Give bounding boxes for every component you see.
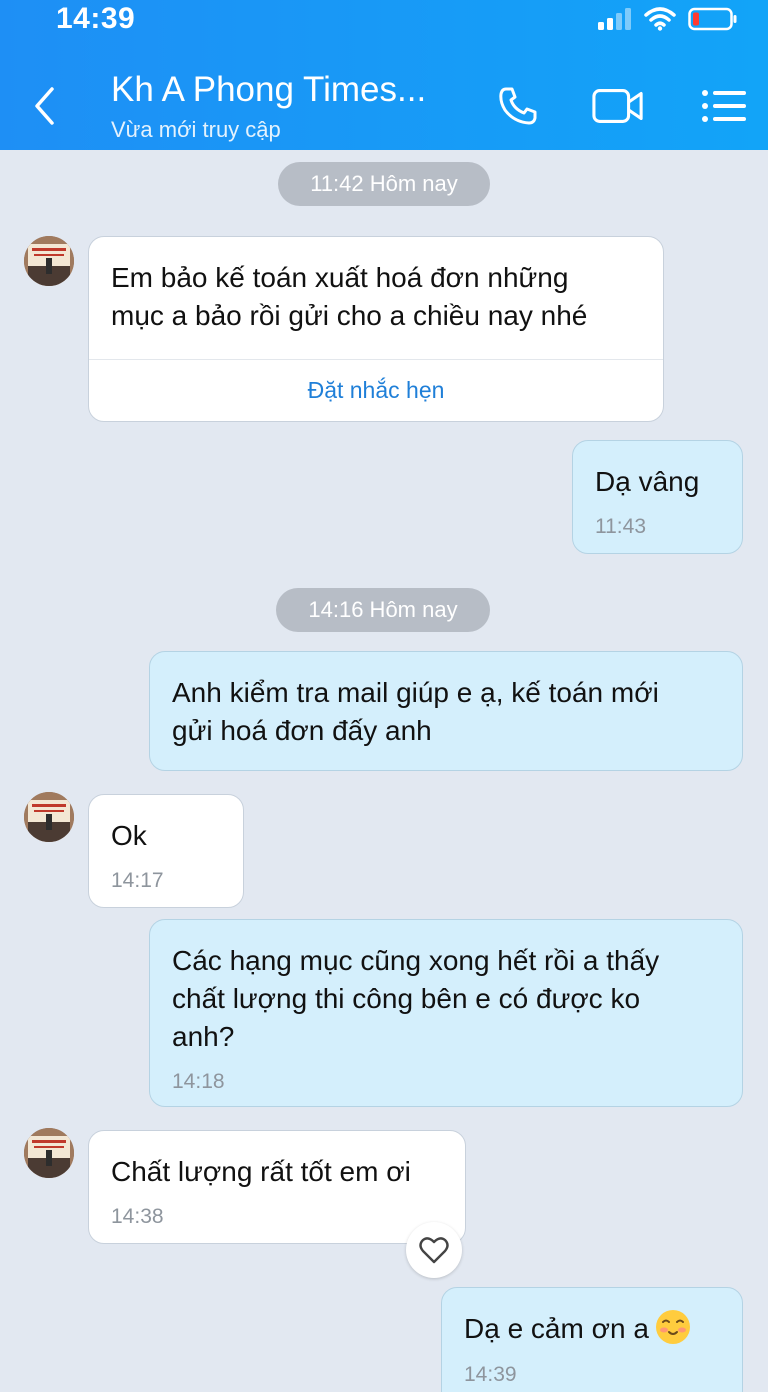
avatar-image bbox=[24, 236, 74, 286]
message-text: Dạ vâng bbox=[595, 466, 700, 497]
contact-name[interactable]: Kh A Phong Times... bbox=[111, 70, 456, 110]
outgoing-message[interactable]: Các hạng mục cũng xong hết rồi a thấy ch… bbox=[149, 919, 743, 1107]
message-text: Ok bbox=[111, 820, 147, 851]
set-reminder-link[interactable]: Đặt nhắc hẹn bbox=[89, 377, 663, 404]
battery-icon bbox=[688, 7, 737, 31]
message-text-row: Dạ e cảm ơn a bbox=[464, 1309, 720, 1349]
outgoing-message[interactable]: Dạ vâng 11:43 bbox=[572, 440, 743, 554]
outgoing-message[interactable]: Dạ e cảm ơn a 14:39 bbox=[441, 1287, 743, 1392]
signal-icon bbox=[598, 8, 631, 30]
avatar[interactable] bbox=[24, 792, 74, 842]
message-text: Em bảo kế toán xuất hoá đơn những bbox=[111, 262, 569, 293]
call-button[interactable] bbox=[492, 82, 544, 130]
menu-button[interactable] bbox=[698, 82, 750, 130]
date-divider: 14:16 Hôm nay bbox=[276, 588, 490, 632]
message-time: 14:38 bbox=[111, 1205, 164, 1228]
message-text: gửi hoá đơn đấy anh bbox=[172, 715, 432, 746]
list-menu-icon bbox=[702, 90, 746, 122]
status-time: 14:39 bbox=[56, 2, 136, 35]
chevron-left-icon bbox=[35, 87, 54, 125]
outgoing-message[interactable]: Anh kiểm tra mail giúp e ạ, kế toán mới … bbox=[149, 651, 743, 771]
divider bbox=[89, 359, 663, 360]
message-time: 14:39 bbox=[464, 1362, 517, 1386]
message-text: chất lượng thi công bên e có được ko bbox=[172, 983, 641, 1014]
message-text: Các hạng mục cũng xong hết rồi a thấy bbox=[172, 945, 660, 976]
chat-header: 14:39 Kh A Phong Times... Vừa mới truy c… bbox=[0, 0, 768, 150]
message-time: 11:43 bbox=[595, 515, 646, 538]
contact-status: Vừa mới truy cập bbox=[111, 117, 281, 142]
incoming-message[interactable]: Chất lượng rất tốt em ơi 14:38 bbox=[88, 1130, 466, 1244]
avatar-image bbox=[24, 1128, 74, 1178]
message-text: Chất lượng rất tốt em ơi bbox=[111, 1156, 411, 1187]
video-call-button[interactable] bbox=[592, 82, 644, 130]
wifi-icon bbox=[644, 7, 676, 31]
smiling-face-emoji bbox=[655, 1309, 690, 1344]
message-time: 14:18 bbox=[172, 1070, 225, 1093]
video-camera-icon bbox=[592, 89, 643, 123]
phone-icon bbox=[499, 87, 537, 125]
avatar[interactable] bbox=[24, 1128, 74, 1178]
incoming-message[interactable]: Em bảo kế toán xuất hoá đơn những mục a … bbox=[88, 236, 664, 422]
incoming-message[interactable]: Ok 14:17 bbox=[88, 794, 244, 908]
message-text: anh? bbox=[172, 1021, 235, 1052]
message-text: Dạ e cảm ơn a bbox=[464, 1313, 649, 1344]
back-button[interactable] bbox=[22, 78, 66, 134]
message-text: mục a bảo rồi gửi cho a chiều nay nhé bbox=[111, 300, 588, 331]
avatar-image bbox=[24, 792, 74, 842]
date-divider: 11:42 Hôm nay bbox=[278, 162, 490, 206]
heart-icon bbox=[419, 1237, 449, 1264]
avatar[interactable] bbox=[24, 236, 74, 286]
status-icons bbox=[598, 6, 738, 32]
message-text: Anh kiểm tra mail giúp e ạ, kế toán mới bbox=[172, 677, 659, 708]
message-time: 14:17 bbox=[111, 869, 164, 892]
like-button[interactable] bbox=[406, 1222, 462, 1278]
